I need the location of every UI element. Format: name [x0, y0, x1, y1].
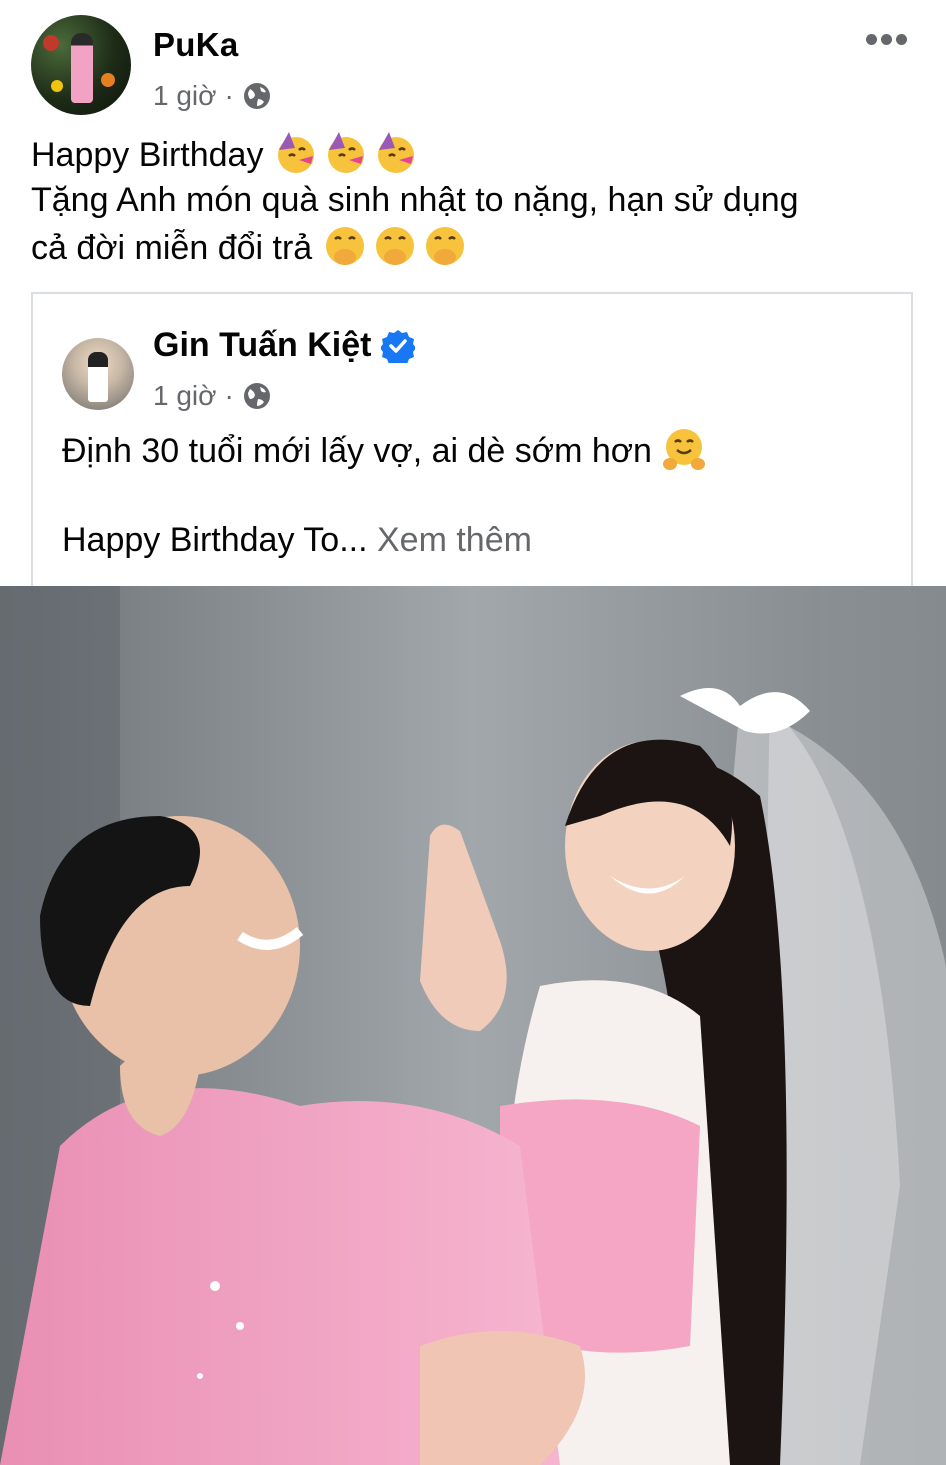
shared-meta: 1 giờ · — [153, 380, 272, 412]
shared-time[interactable]: 1 giờ — [153, 380, 217, 412]
more-options-icon[interactable] — [866, 32, 914, 50]
shared-meta-separator: · — [224, 380, 234, 411]
shared-line-2: Happy Birthday To... Xem thêm — [62, 521, 532, 559]
post-meta: 1 giờ · — [153, 80, 272, 112]
post-header: PuKa 1 giờ · — [0, 0, 946, 125]
post-photo[interactable] — [0, 586, 946, 1465]
see-more-link[interactable]: Xem thêm — [377, 521, 532, 559]
face-with-hand-over-mouth-emoji — [375, 227, 414, 265]
face-with-hand-over-mouth-emoji — [425, 227, 464, 265]
partying-face-emoji — [277, 132, 314, 173]
author-name[interactable]: PuKa — [153, 26, 239, 64]
post-line-2: Tặng Anh món quà sinh nhật to nặng, hạn … — [31, 181, 799, 219]
post-line-3: cả đời miễn đổi trả — [31, 223, 921, 271]
post-time[interactable]: 1 giờ — [153, 80, 217, 112]
globe-icon[interactable] — [242, 381, 272, 411]
author-avatar[interactable] — [31, 15, 131, 115]
shared-message: Định 30 tuổi mới lấy vợ, ai dè sớm hơn H… — [62, 426, 902, 563]
post-line-1: Happy Birthday — [31, 130, 921, 178]
shared-author-avatar[interactable] — [62, 338, 134, 410]
post-message: Happy Birthday Tặng Anh món quà sinh nhậ… — [31, 130, 921, 271]
meta-separator: · — [224, 80, 234, 111]
wedding-photo — [0, 586, 946, 1465]
partying-face-emoji — [327, 132, 364, 173]
shared-post[interactable]: Gin Tuấn Kiệt 1 giờ · Định 30 tuổi mới l… — [31, 292, 913, 592]
face-with-hand-over-mouth-emoji — [325, 227, 364, 265]
partying-face-emoji — [377, 132, 414, 173]
globe-icon[interactable] — [242, 81, 272, 111]
verified-badge-icon — [381, 329, 416, 363]
hugging-face-emoji — [663, 429, 706, 470]
shared-author-name[interactable]: Gin Tuấn Kiệt — [153, 326, 371, 365]
shared-line-1: Định 30 tuổi mới lấy vợ, ai dè sớm hơn — [62, 426, 902, 474]
shared-author-name-row: Gin Tuấn Kiệt — [153, 326, 416, 365]
